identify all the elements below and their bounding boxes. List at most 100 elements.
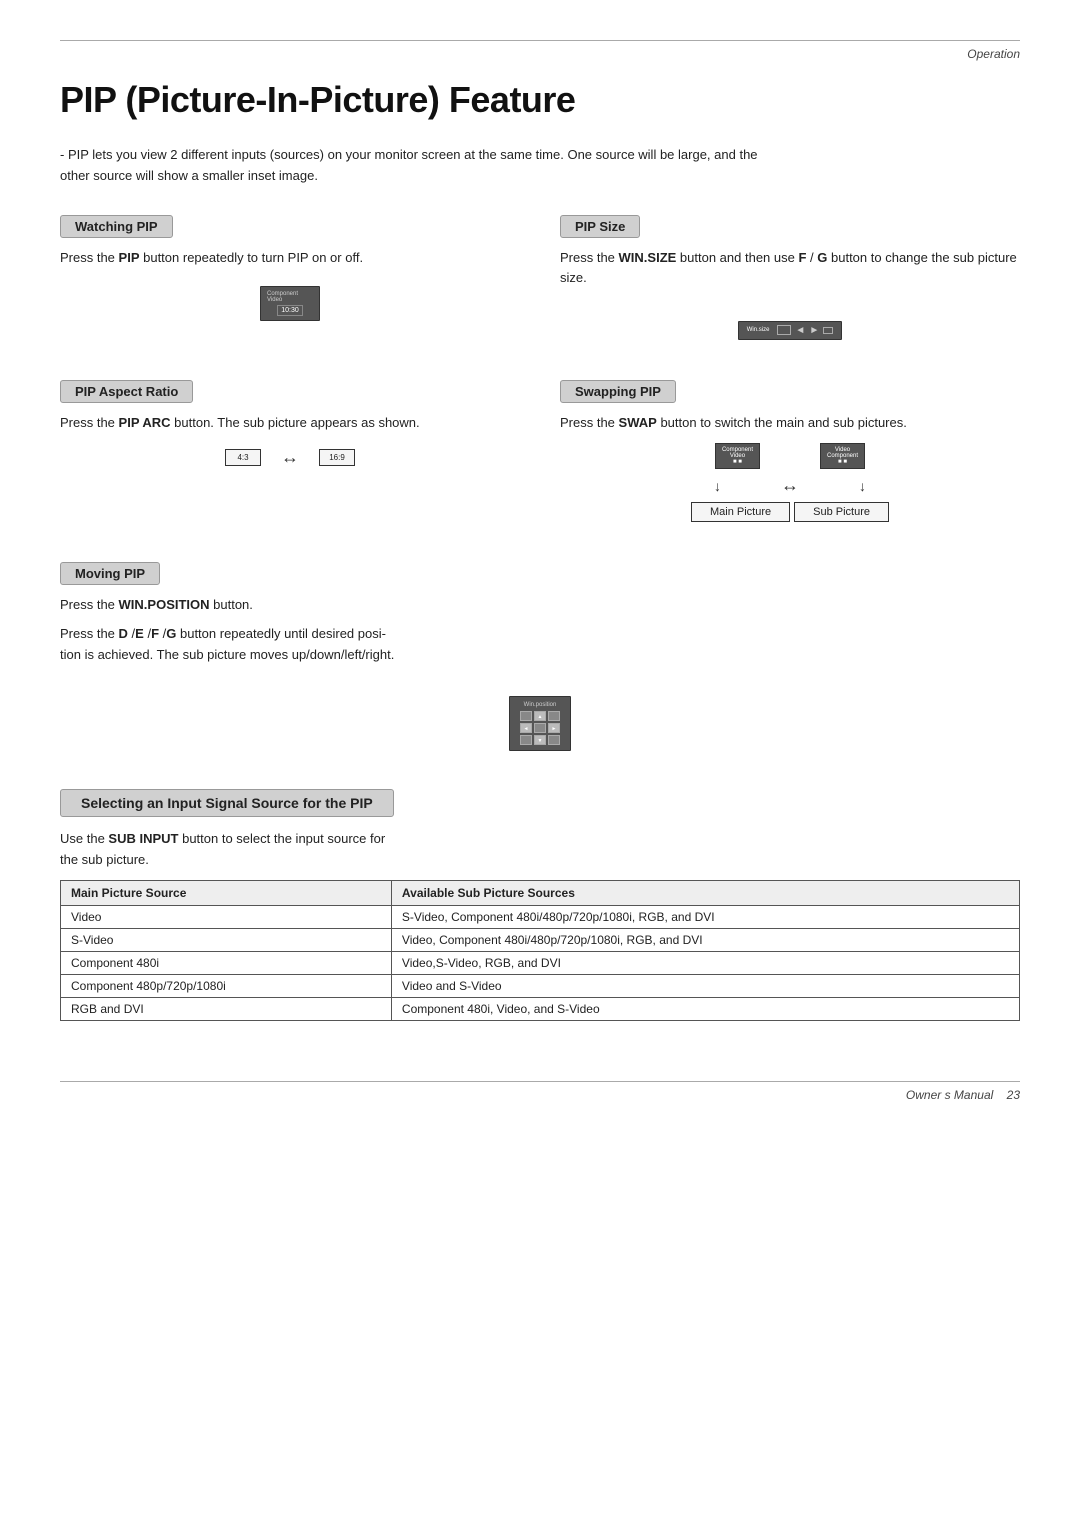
pip-bold: PIP [119,250,140,265]
watching-pip-text: Press the PIP button repeatedly to turn … [60,248,520,269]
selecting-signal-text: Use the SUB INPUT button to select the i… [60,829,1020,871]
sub-picture-label: Sub Picture [794,502,889,522]
moving-pip-illustration: Win.position ▲ ◄ ► ▼ [60,696,1020,751]
table-row-1-main: S-Video [61,929,392,952]
table-row-3-main: Component 480p/720p/1080i [61,975,392,998]
swap-down-arrow-right: ↓ [859,478,866,494]
double-arrow-icon: ↔ [281,447,299,468]
top-rule [60,40,1020,41]
watching-pip-section: Watching PIP Press the PIP button repeat… [60,215,520,350]
winposition-bold: WIN.POSITION [119,597,210,612]
pip-aspect-ratio-header: PIP Aspect Ratio [60,380,193,403]
winpos-btn-7 [520,735,532,745]
main-picture-label: Main Picture [691,502,790,522]
table-row-0-main: Video [61,906,392,929]
g-bold2: G [166,626,176,641]
pip-size-header: PIP Size [560,215,640,238]
table-row-4-main: RGB and DVI [61,998,392,1021]
table-row-4-sub: Component 480i, Video, and S-Video [391,998,1019,1021]
winsize-arrow-left: ◄ [795,325,805,336]
aspect-box-169: 16:9 [319,449,355,466]
winpos-btn-down: ▼ [534,735,546,745]
winsize-box-small [823,327,833,334]
piparc-bold: PIP ARC [119,415,171,430]
swap-down-arrow-left: ↓ [714,478,721,494]
swapping-pip-header: Swapping PIP [560,380,676,403]
table-row: S-VideoVideo, Component 480i/480p/720p/1… [61,929,1020,952]
table-row-3-sub: Video and S-Video [391,975,1019,998]
footer-page: 23 [1007,1088,1020,1102]
winsize-arrow-right: ► [809,325,819,336]
winpos-grid: ▲ ◄ ► ▼ [520,711,560,745]
table-row: VideoS-Video, Component 480i/480p/720p/1… [61,906,1020,929]
f-bold: F [798,250,806,265]
operation-label: Operation [60,47,1020,61]
watching-pip-header: Watching PIP [60,215,173,238]
pip-size-text: Press the WIN.SIZE button and then use F… [560,248,1020,290]
table-row: Component 480iVideo,S-Video, RGB, and DV… [61,952,1020,975]
watching-pip-illustration: ComponentVideo 10:30 [60,278,520,329]
moving-pip-section: Moving PIP Press the WIN.POSITION button… [60,562,1020,760]
winsize-label: Win.size [747,327,770,333]
display-label1: ComponentVideo [267,291,313,303]
intro-text: - PIP lets you view 2 different inputs (… [60,145,1020,187]
swapping-pip-section: Swapping PIP Press the SWAP button to sw… [560,380,1020,533]
pip-size-section: PIP Size Press the WIN.SIZE button and t… [560,215,1020,350]
moving-pip-text1: Press the WIN.POSITION button. [60,595,1020,616]
footer-text: Owner s Manual 23 [906,1088,1020,1102]
swapping-pip-text: Press the SWAP button to switch the main… [560,413,1020,434]
winpos-display: Win.position ▲ ◄ ► ▼ [509,696,571,751]
winpos-btn-3 [548,711,560,721]
winpos-btn-center [534,723,546,733]
display-value: 10:30 [277,305,303,316]
winsize-display: Win.size ◄ ► [738,321,842,340]
g-bold: G [817,250,827,265]
winpos-btn-left: ◄ [520,723,532,733]
pip-aspect-ratio-section: PIP Aspect Ratio Press the PIP ARC butto… [60,380,520,533]
table-row: Component 480p/720p/1080iVideo and S-Vid… [61,975,1020,998]
winpos-label: Win.position [520,702,560,708]
pip-size-illustration: Win.size ◄ ► [560,319,1020,340]
swap-top-row: ComponentVideo■ ■ VideoComponent■ ■ [715,443,865,469]
bottom-rule [60,1081,1020,1082]
swap-illustration: ComponentVideo■ ■ VideoComponent■ ■ ↓ ↔ … [560,443,1020,522]
footer: Owner s Manual 23 [60,1088,1020,1102]
table-row-2-main: Component 480i [61,952,392,975]
table-col2-header: Available Sub Picture Sources [391,881,1019,906]
pip-aspect-ratio-illustration: 4:3 ↔ 16:9 [60,447,520,468]
footer-manual-text: Owner s Manual [906,1088,993,1102]
table-row-0-sub: S-Video, Component 480i/480p/720p/1080i,… [391,906,1019,929]
intro-line2: other source will show a smaller inset i… [60,166,1020,187]
moving-pip-text2: Press the D /E /F /G button repeatedly u… [60,624,1020,666]
e-bold: E [135,626,144,641]
table-row: RGB and DVIComponent 480i, Video, and S-… [61,998,1020,1021]
winpos-btn-up: ▲ [534,711,546,721]
signal-table: Main Picture Source Available Sub Pictur… [60,880,1020,1021]
f-bold2: F [151,626,159,641]
page-title: PIP (Picture-In-Picture) Feature [60,79,1020,121]
subinput-bold: SUB INPUT [108,831,178,846]
swap-double-arrow: ↔ [781,475,799,496]
aspect-box-43: 4:3 [225,449,261,466]
selecting-signal-header: Selecting an Input Signal Source for the… [60,789,394,817]
pip-aspect-ratio-text: Press the PIP ARC button. The sub pictur… [60,413,520,434]
signal-table-body: VideoS-Video, Component 480i/480p/720p/1… [61,906,1020,1021]
swap-bottom-row: Main Picture Sub Picture [691,502,889,522]
moving-pip-header: Moving PIP [60,562,160,585]
intro-line1: - PIP lets you view 2 different inputs (… [60,145,1020,166]
d-bold: D [119,626,128,641]
swap-bold: SWAP [619,415,657,430]
swap-label-component-video: ComponentVideo■ ■ [715,443,760,469]
winpos-btn-9 [548,735,560,745]
winpos-btn-1 [520,711,532,721]
swap-arrows-row: ↓ ↔ ↓ [714,475,866,496]
swap-label-video-component: VideoComponent■ ■ [820,443,865,469]
winsize-box-large [777,325,791,335]
winpos-btn-right: ► [548,723,560,733]
table-header-row: Main Picture Source Available Sub Pictur… [61,881,1020,906]
selecting-signal-section: Selecting an Input Signal Source for the… [60,789,1020,1022]
table-col1-header: Main Picture Source [61,881,392,906]
pip-display: ComponentVideo 10:30 [260,286,320,321]
table-row-2-sub: Video,S-Video, RGB, and DVI [391,952,1019,975]
table-row-1-sub: Video, Component 480i/480p/720p/1080i, R… [391,929,1019,952]
